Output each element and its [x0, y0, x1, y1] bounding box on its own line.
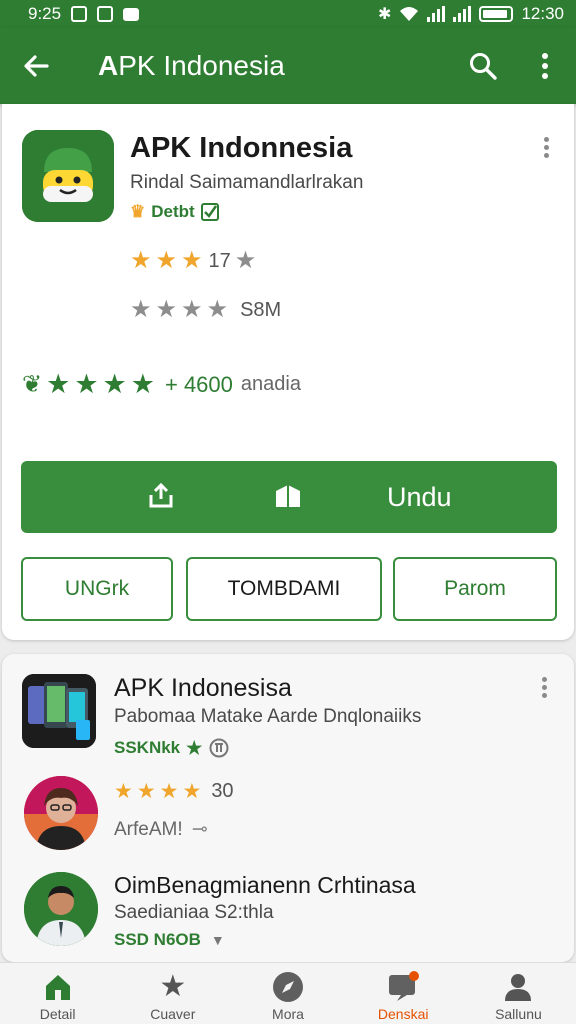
app-bar: APK Indonesia — [0, 28, 576, 104]
app-title: APK Indonnesia — [130, 132, 353, 164]
battery-icon — [479, 6, 514, 22]
app-logo — [22, 130, 114, 222]
nav-label: Sallunu — [495, 1006, 542, 1022]
nav-item-cuaver[interactable]: ★ Cuaver — [115, 963, 230, 1024]
signal-icon — [427, 6, 446, 22]
certificate-icon — [209, 738, 229, 758]
leaf-icon: ❦ — [22, 371, 43, 398]
star-icon: ★ — [186, 738, 203, 758]
home-icon — [42, 971, 74, 1003]
nav-item-mora[interactable]: Mora — [230, 963, 345, 1024]
app-size: S8M — [240, 298, 282, 321]
list-item-subtitle: Saedianiaa S2:thla — [114, 902, 274, 923]
bluetooth-icon: ✱ — [378, 6, 392, 23]
star-icon: ★ — [130, 369, 155, 399]
tag-icon: ⊸ — [191, 819, 208, 840]
bottom-navigation: Detail ★ Cuaver Mora Denskai Sallunu — [0, 962, 576, 1024]
chevron-down-icon[interactable]: ▼ — [211, 932, 225, 948]
arrow-left-icon — [24, 55, 49, 77]
chat-icon — [387, 971, 420, 1003]
list-item-tags: ArfeAM! ⊸ — [114, 819, 208, 840]
star-icon: ★ — [234, 247, 257, 274]
action-button-1[interactable]: UNGrk — [21, 557, 173, 621]
search-button[interactable] — [452, 28, 514, 104]
list-item-meta: SSD N6OB ▼ — [114, 930, 225, 949]
star-icon: ★ — [46, 369, 71, 399]
share-icon — [149, 482, 173, 508]
star-icon: ★ — [74, 369, 99, 399]
rating-count: 17 — [208, 249, 231, 272]
app-developer: Rindal Saimamandlarlrakan — [130, 172, 364, 193]
app-thumbnail[interactable] — [22, 674, 96, 748]
list-item-meta: SSKNkk ★ — [114, 738, 230, 758]
action-button-3[interactable]: Parom — [393, 557, 557, 621]
list-item-subtitle: Pabomaa Matake Aarde Dnqlonaiiks — [114, 706, 422, 727]
nav-label: Cuaver — [150, 1006, 196, 1022]
more-vert-icon — [542, 53, 548, 79]
star-icon: ★ — [181, 296, 203, 323]
verified-icon — [200, 203, 219, 221]
star-icon: ★ — [155, 247, 178, 274]
user-avatar[interactable] — [24, 872, 98, 946]
download-count: + 4600 — [164, 371, 233, 397]
person-icon — [502, 971, 534, 1003]
install-label: Undu — [387, 482, 452, 512]
action-button-2[interactable]: TOMBDAMI — [186, 557, 382, 621]
star-icon: ★ — [130, 296, 152, 323]
related-apps-card: APK Indonesisa Pabomaa Matake Aarde Dnql… — [2, 654, 574, 962]
trophy-icon: ♛ — [130, 202, 146, 221]
list-item-title: OimBenagmianenn Crhtinasa — [114, 872, 416, 898]
list-item-rating: ★ ★ ★ ★ 30 — [114, 780, 234, 803]
status-time-right: 12:30 — [521, 4, 564, 23]
nav-label: Mora — [272, 1006, 304, 1022]
wifi-icon — [400, 7, 419, 21]
signal-icon-2 — [453, 6, 472, 22]
search-icon — [470, 53, 497, 80]
rating-count: 30 — [211, 780, 234, 802]
nav-label: Denskai — [377, 1006, 429, 1022]
star-icon: ★ — [159, 780, 179, 803]
back-button[interactable] — [0, 28, 72, 104]
star-icon: ★ — [155, 296, 178, 323]
status-time-left: 9:25 — [28, 4, 62, 23]
rating-row-1: ★ ★ ★ 17 ★ — [130, 249, 256, 273]
nav-item-denskai[interactable]: Denskai — [346, 963, 461, 1024]
nav-item-sallunu[interactable]: Sallunu — [461, 963, 576, 1024]
overflow-menu-button[interactable] — [514, 28, 576, 104]
item-more-button[interactable] — [532, 672, 556, 702]
star-icon: ★ — [182, 780, 202, 803]
list-item-title: APK Indonesisa — [114, 674, 292, 702]
app-more-button[interactable] — [534, 132, 558, 162]
install-button[interactable]: Undu — [21, 461, 557, 533]
download-suffix: anadia — [240, 373, 301, 395]
status-bar: 9:25 ✱ 12:30 — [0, 0, 576, 28]
star-icon: ★ — [102, 369, 127, 399]
app-badge: ♛ Detbt — [130, 202, 219, 222]
message-icon — [123, 7, 140, 21]
app-detail-card: APK Indonnesia Rindal Saimamandlarlrakan… — [2, 104, 574, 640]
star-half-icon: ★ — [206, 296, 229, 323]
notification-icon — [71, 6, 88, 22]
star-icon: ★ — [130, 247, 152, 274]
star-icon: ★ — [159, 970, 187, 1003]
rating-row-2: ★ ★ ★ ★ S8M — [130, 298, 281, 322]
app-bar-title: APK Indonesia — [98, 50, 285, 81]
nav-item-detail[interactable]: Detail — [0, 963, 115, 1024]
star-icon: ★ — [136, 780, 156, 803]
star-icon: ★ — [181, 247, 203, 274]
rating-row-3: ❦ ★ ★ ★ ★ + 4600 anadia — [22, 370, 301, 399]
nav-label: Detail — [39, 1006, 76, 1022]
screenshot-icon — [97, 6, 114, 22]
package-icon — [276, 485, 300, 507]
compass-icon — [272, 971, 304, 1003]
user-avatar[interactable] — [24, 776, 98, 850]
star-icon: ★ — [114, 780, 133, 803]
